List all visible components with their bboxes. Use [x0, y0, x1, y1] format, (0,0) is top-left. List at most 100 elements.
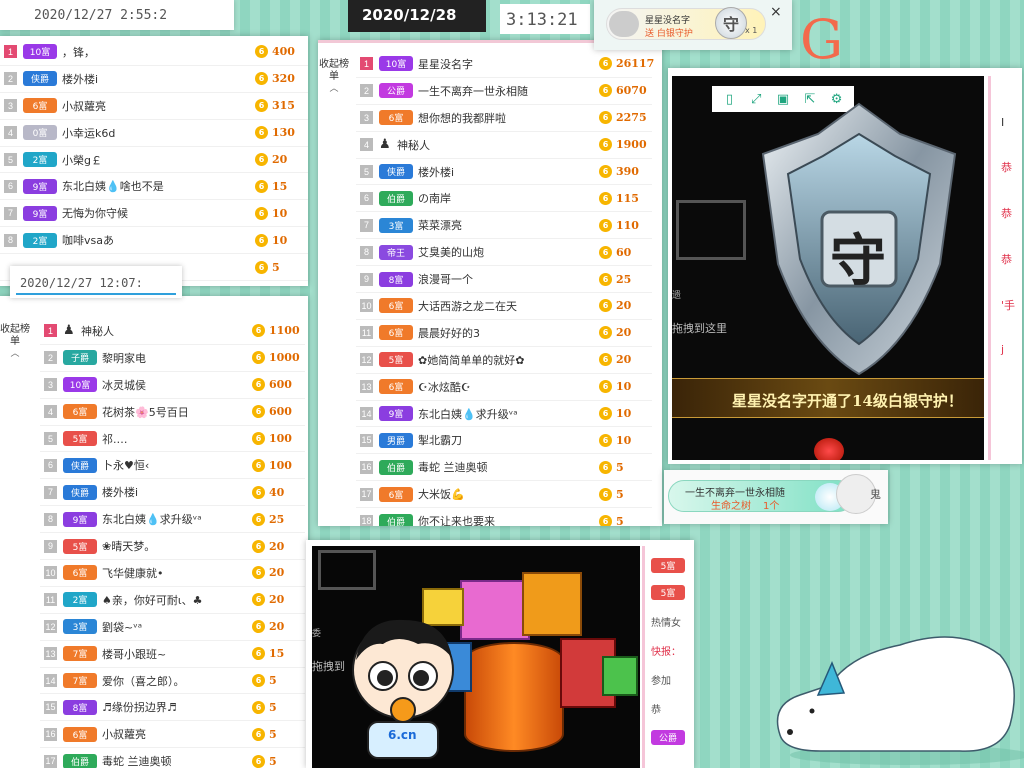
rank-number: 13 [44, 647, 57, 661]
ranking-row[interactable]: 16 6富 小叔蘿亮 6 5 [40, 721, 305, 749]
wealth-level-badge: 9富 [23, 205, 57, 221]
score-value: 400 [272, 45, 295, 59]
ranking-row[interactable]: 5 侠爵 楼外楼i 6 390 [356, 159, 652, 186]
ranking-row[interactable]: 3 6富 小叔蘿亮 6 315 [0, 93, 308, 120]
rank-number: 15 [44, 700, 57, 714]
wealth-level-badge: 侠爵 [63, 457, 97, 473]
ranking-row[interactable]: 2 公爵 一生不离弃一世永相随 6 6070 [356, 78, 652, 105]
score-value: 5 [616, 460, 624, 474]
ranking-row[interactable]: 1 10富 ，锋， 6 400 [0, 39, 308, 66]
wealth-level-badge: 侠爵 [23, 71, 57, 87]
coin-icon: 6 [599, 57, 612, 71]
gift-drum-orange [464, 642, 564, 752]
ranking-row[interactable]: 14 7富 爱你（喜之郎）。 6 5 [40, 668, 305, 695]
collapse-list-toggle[interactable]: 收起榜单 ︿ [0, 324, 30, 360]
gift-sender-name: 星星没名字 [645, 16, 691, 26]
ranking-row[interactable]: 1 ♟ 神秘人 6 1100 [40, 318, 305, 345]
score-value: 600 [269, 405, 292, 419]
ranking-row[interactable]: 5 5富 祁.… 6 100 [40, 426, 305, 453]
coin-icon: 6 [255, 233, 268, 247]
ranking-row[interactable]: 4 ♟ 神秘人 6 1900 [356, 132, 652, 159]
collapse-list-toggle[interactable]: 收起榜单 ︿ [319, 59, 349, 95]
username: ❀晴天梦。 [102, 540, 156, 554]
username: 楼外楼i [418, 165, 455, 179]
rank-number: 1 [44, 324, 57, 338]
rank-number: 14 [360, 407, 373, 421]
username: 无悔为你守候 [62, 207, 128, 221]
ranking-row[interactable]: 6 伯爵 の南岸 6 115 [356, 185, 652, 213]
ranking-row[interactable]: 17 6富 大米饭💪 6 5 [356, 481, 652, 509]
ranking-row[interactable]: 13 6富 ☪冰炫酷☪ 6 10 [356, 374, 652, 401]
rank-number: 14 [44, 674, 57, 688]
coin-icon: 6 [252, 727, 265, 741]
tree-notice-banner: 一生不离弃一世永相随 生命之树 1个 [668, 480, 854, 512]
ranking-row[interactable]: 9 5富 ❀晴天梦。 6 20 [40, 533, 305, 561]
ranking-row[interactable]: 15 8富 ♬缘份拐边界♬ 6 5 [40, 694, 305, 722]
ranking-row[interactable]: 2 子爵 黎明家电 6 1000 [40, 345, 305, 372]
ranking-row[interactable]: 8 2富 咖啡vsaあ 6 10 [0, 227, 308, 255]
fullscreen-icon[interactable]: ▯ [719, 89, 739, 109]
tree-gift-name: 生命之树 [711, 501, 751, 512]
ranking-row[interactable]: 5 2富 小榮g￡ 6 20 [0, 147, 308, 174]
rank-number: 4 [44, 405, 57, 419]
mascot-logo-text: 6.cn [388, 728, 417, 742]
rank-number: 17 [44, 754, 57, 768]
coin-icon: 6 [599, 487, 612, 501]
ranking-row[interactable]: 9 8富 浪漫哥一个 6 25 [356, 266, 652, 294]
coin-icon: 6 [252, 432, 265, 445]
ranking-row[interactable]: 11 2富 ♠亲，你好可耐ι、♣ 6 20 [40, 587, 305, 614]
ranking-row[interactable]: 18 伯爵 你不让来也要来 6 5 [356, 508, 652, 526]
coin-icon: 6 [255, 260, 268, 274]
ranking-row[interactable]: 10 6富 飞华健康就• 6 20 [40, 560, 305, 587]
ranking-row[interactable]: 4 6富 花树茶🌸5号百日 6 600 [40, 399, 305, 426]
ranking-row[interactable]: 6 侠爵 卜永♥恒‹ 6 100 [40, 452, 305, 480]
ranking-row[interactable]: 16 伯爵 毒蛇 兰迪奥顿 6 5 [356, 454, 652, 482]
rank-number: 16 [44, 727, 57, 741]
ranking-row[interactable]: 12 5富 ✿她简简单单的就好✿ 6 20 [356, 347, 652, 374]
ranking-row[interactable]: 2 侠爵 楼外楼i 6 320 [0, 66, 308, 93]
ranking-row[interactable]: 1 10富 星星没名字 6 26117 [356, 51, 654, 78]
ranking-row[interactable]: 11 6富 晨晨好好的3 6 20 [356, 320, 652, 347]
guardian-shield-emblem: 守 [750, 94, 968, 384]
ranking-row[interactable]: 17 伯爵 毒蛇 兰迪奥顿 6 5 [40, 748, 305, 768]
score-value: 15 [272, 179, 288, 193]
ranking-row[interactable]: 3 10富 冰灵城侯 6 600 [40, 372, 305, 399]
ranking-row[interactable]: 12 3富 劉袋~ᵛᵃ 6 20 [40, 614, 305, 641]
rank-number: 7 [4, 206, 17, 220]
ranking-row[interactable]: 13 7富 楼哥小跟班~ 6 15 [40, 641, 305, 668]
coin-icon: 6 [252, 458, 265, 472]
time-text: 3:13:21 [506, 10, 578, 30]
ranking-row[interactable]: 7 9富 无悔为你守候 6 10 [0, 200, 308, 228]
username: ♬缘份拐边界♬ [102, 701, 177, 715]
ranking-row[interactable]: 15 男爵 掣北霸刀 6 10 [356, 427, 652, 455]
ranking-row[interactable]: 10 6富 大话西游之龙二在天 6 20 [356, 293, 652, 320]
ranking-row[interactable]: 8 帝王 艾臭美的山炮 6 60 [356, 239, 652, 267]
wealth-level-badge: 6富 [379, 110, 413, 126]
score-value: 390 [616, 165, 639, 178]
ranking-row[interactable]: 7 3富 菜菜漂亮 6 110 [356, 212, 652, 240]
rank-number: 15 [360, 433, 373, 447]
guardian-badge-char: 守 [722, 15, 739, 34]
ranking-row[interactable]: 6 9富 东北白姨💧啥也不是 6 15 [0, 173, 308, 201]
username: 小叔蘿亮 [62, 99, 106, 113]
rank-number: 6 [44, 458, 57, 472]
ranking-row[interactable]: 14 9富 东北白姨💧求升级ᵛᵃ 6 10 [356, 401, 652, 428]
ranking-row[interactable]: 7 侠爵 楼外楼i 6 40 [40, 479, 305, 507]
ranking-row[interactable]: 3 6富 想你想的我都胖啦 6 2275 [356, 105, 652, 132]
close-icon[interactable]: × [770, 4, 782, 20]
coin-icon: 6 [599, 218, 612, 232]
username: 浪漫哥一个 [418, 273, 473, 287]
side-chat-text: 恭 [651, 705, 661, 716]
ranking-row[interactable]: 4 0富 小幸运k6d 6 130 [0, 120, 308, 147]
gift-quantity: x 1 [745, 26, 758, 35]
collapse-label: 收起榜单 [319, 59, 349, 82]
rank-number: 16 [360, 460, 373, 474]
score-value: 20 [616, 326, 632, 340]
tree-notice: 一生不离弃一世永相随 生命之树 1个 鬼 [664, 470, 888, 524]
rank-number: 3 [360, 111, 373, 125]
ranking-row[interactable]: 8 9富 东北白姨💧求升级ᵛᵃ 6 25 [40, 506, 305, 534]
username: 晨晨好好的3 [418, 326, 480, 340]
wealth-level-badge: 8富 [63, 699, 97, 715]
rank-number: 13 [360, 380, 373, 394]
shield-char: 守 [830, 229, 886, 294]
